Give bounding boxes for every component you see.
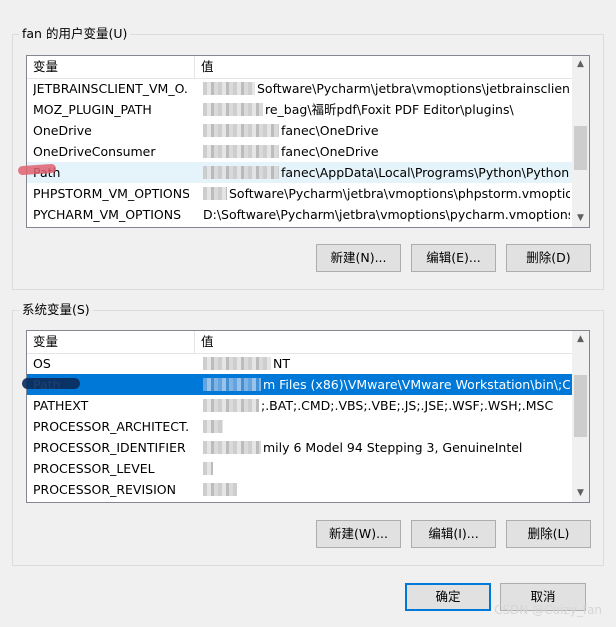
system-variables-title: 系统变量(S) (19, 302, 93, 318)
user-col-name-header[interactable]: 变量 (27, 56, 195, 78)
system-var-row[interactable]: PATHEXT ;.BAT;.CMD;.VBS;.VBE;.JS;.JSE;.W… (27, 395, 572, 416)
redaction (203, 166, 279, 179)
redaction (203, 103, 263, 116)
system-var-row[interactable]: PROCESSOR_REVISION (27, 479, 572, 500)
scroll-down-icon[interactable]: ▼ (572, 210, 589, 227)
user-var-row[interactable]: MOZ_PLUGIN_PATH re_bag\福昕pdf\Foxit PDF E… (27, 99, 572, 120)
system-var-row[interactable]: OS NT (27, 353, 572, 374)
var-value: Software\Pycharm\jetbra\vmoptions\jetbra… (257, 81, 570, 96)
user-new-button[interactable]: 新建(N)... (316, 244, 401, 272)
redaction (203, 420, 223, 433)
system-edit-button[interactable]: 编辑(I)... (411, 520, 496, 548)
system-var-row[interactable]: PROCESSOR_ARCHITECT... (27, 416, 572, 437)
var-value: Software\Pycharm\jetbra\vmoptions\phpsto… (229, 186, 570, 201)
var-value: mily 6 Model 94 Stepping 3, GenuineIntel (263, 440, 523, 455)
user-delete-button[interactable]: 删除(D) (506, 244, 591, 272)
system-col-value-header[interactable]: 值 (195, 331, 572, 353)
var-name: JETBRAINSCLIENT_VM_O... (33, 81, 189, 96)
var-name: PROCESSOR_ARCHITECT... (33, 419, 189, 434)
system-var-row[interactable]: PROCESSOR_IDENTIFIER mily 6 Model 94 Ste… (27, 437, 572, 458)
scroll-down-icon[interactable]: ▼ (572, 485, 589, 502)
var-name: PYCHARM_VM_OPTIONS (33, 207, 182, 222)
user-variables-title: fan 的用户变量(U) (19, 26, 131, 42)
user-var-row-path[interactable]: Path fanec\AppData\Local\Programs\Python… (27, 162, 572, 183)
redaction (203, 82, 255, 95)
scroll-up-icon[interactable]: ▲ (572, 56, 589, 73)
redaction (203, 357, 271, 370)
var-value: ;.BAT;.CMD;.VBS;.VBE;.JS;.JSE;.WSF;.WSH;… (261, 398, 554, 413)
system-variables-list[interactable]: 变量 值 OS NT Path m Files (x86)\VMware\VMw… (26, 330, 590, 503)
user-variables-list[interactable]: 变量 值 JETBRAINSCLIENT_VM_O... Software\Py… (26, 55, 590, 228)
user-var-row[interactable]: OneDriveConsumer fanec\OneDrive (27, 141, 572, 162)
redaction (203, 187, 227, 200)
var-name: PHPSTORM_VM_OPTIONS (33, 186, 189, 201)
var-value: fanec\OneDrive (281, 123, 379, 138)
var-value: fanec\OneDrive (281, 144, 379, 159)
user-var-row[interactable]: OneDrive fanec\OneDrive (27, 120, 572, 141)
ok-button[interactable]: 确定 (405, 583, 491, 611)
user-var-row[interactable]: JETBRAINSCLIENT_VM_O... Software\Pycharm… (27, 78, 572, 99)
var-name: OneDriveConsumer (33, 144, 156, 159)
redaction (203, 399, 259, 412)
system-list-scrollbar[interactable]: ▲ ▼ (572, 331, 589, 502)
var-value: D:\Software\Pycharm\jetbra\vmoptions\pyc… (203, 207, 570, 222)
user-list-rows: JETBRAINSCLIENT_VM_O... Software\Pycharm… (27, 78, 572, 225)
var-value: fanec\AppData\Local\Programs\Python\Pyth… (281, 165, 570, 180)
var-name: PROCESSOR_REVISION (33, 482, 176, 497)
var-name: Path (33, 162, 189, 183)
var-name: PATHEXT (33, 398, 89, 413)
var-name: OneDrive (33, 123, 92, 138)
system-new-button[interactable]: 新建(W)... (316, 520, 401, 548)
system-list-rows: OS NT Path m Files (x86)\VMware\VMware W… (27, 353, 572, 500)
scroll-thumb[interactable] (574, 126, 587, 170)
redaction (203, 145, 279, 158)
var-value: re_bag\福昕pdf\Foxit PDF Editor\plugins\ (265, 102, 514, 117)
redaction (203, 462, 213, 475)
scroll-thumb[interactable] (574, 375, 587, 437)
user-var-row[interactable]: PYCHARM_VM_OPTIONS D:\Software\Pycharm\j… (27, 204, 572, 225)
user-edit-button[interactable]: 编辑(E)... (411, 244, 496, 272)
var-name: PROCESSOR_LEVEL (33, 461, 155, 476)
var-value: NT (273, 356, 290, 371)
var-name: OS (33, 356, 51, 371)
user-var-row[interactable]: PHPSTORM_VM_OPTIONS Software\Pycharm\jet… (27, 183, 572, 204)
var-name: MOZ_PLUGIN_PATH (33, 102, 152, 117)
blue-highlight-marker (22, 378, 80, 389)
watermark: CSDN @Cuizy_fan (494, 603, 602, 617)
redaction (203, 483, 237, 496)
scroll-up-icon[interactable]: ▲ (572, 331, 589, 348)
user-col-value-header[interactable]: 值 (195, 56, 572, 78)
redaction (203, 124, 279, 137)
system-delete-button[interactable]: 删除(L) (506, 520, 591, 548)
redaction (203, 441, 261, 454)
var-value: m Files (x86)\VMware\VMware Workstation\… (263, 377, 570, 392)
var-name: PROCESSOR_IDENTIFIER (33, 440, 186, 455)
redaction (203, 378, 261, 391)
system-col-name-header[interactable]: 变量 (27, 331, 195, 353)
system-var-row-path-selected[interactable]: Path m Files (x86)\VMware\VMware Worksta… (27, 374, 572, 395)
user-list-scrollbar[interactable]: ▲ ▼ (572, 56, 589, 227)
system-list-header: 变量 值 (27, 331, 572, 354)
user-list-header: 变量 值 (27, 56, 572, 79)
system-var-row[interactable]: PROCESSOR_LEVEL (27, 458, 572, 479)
